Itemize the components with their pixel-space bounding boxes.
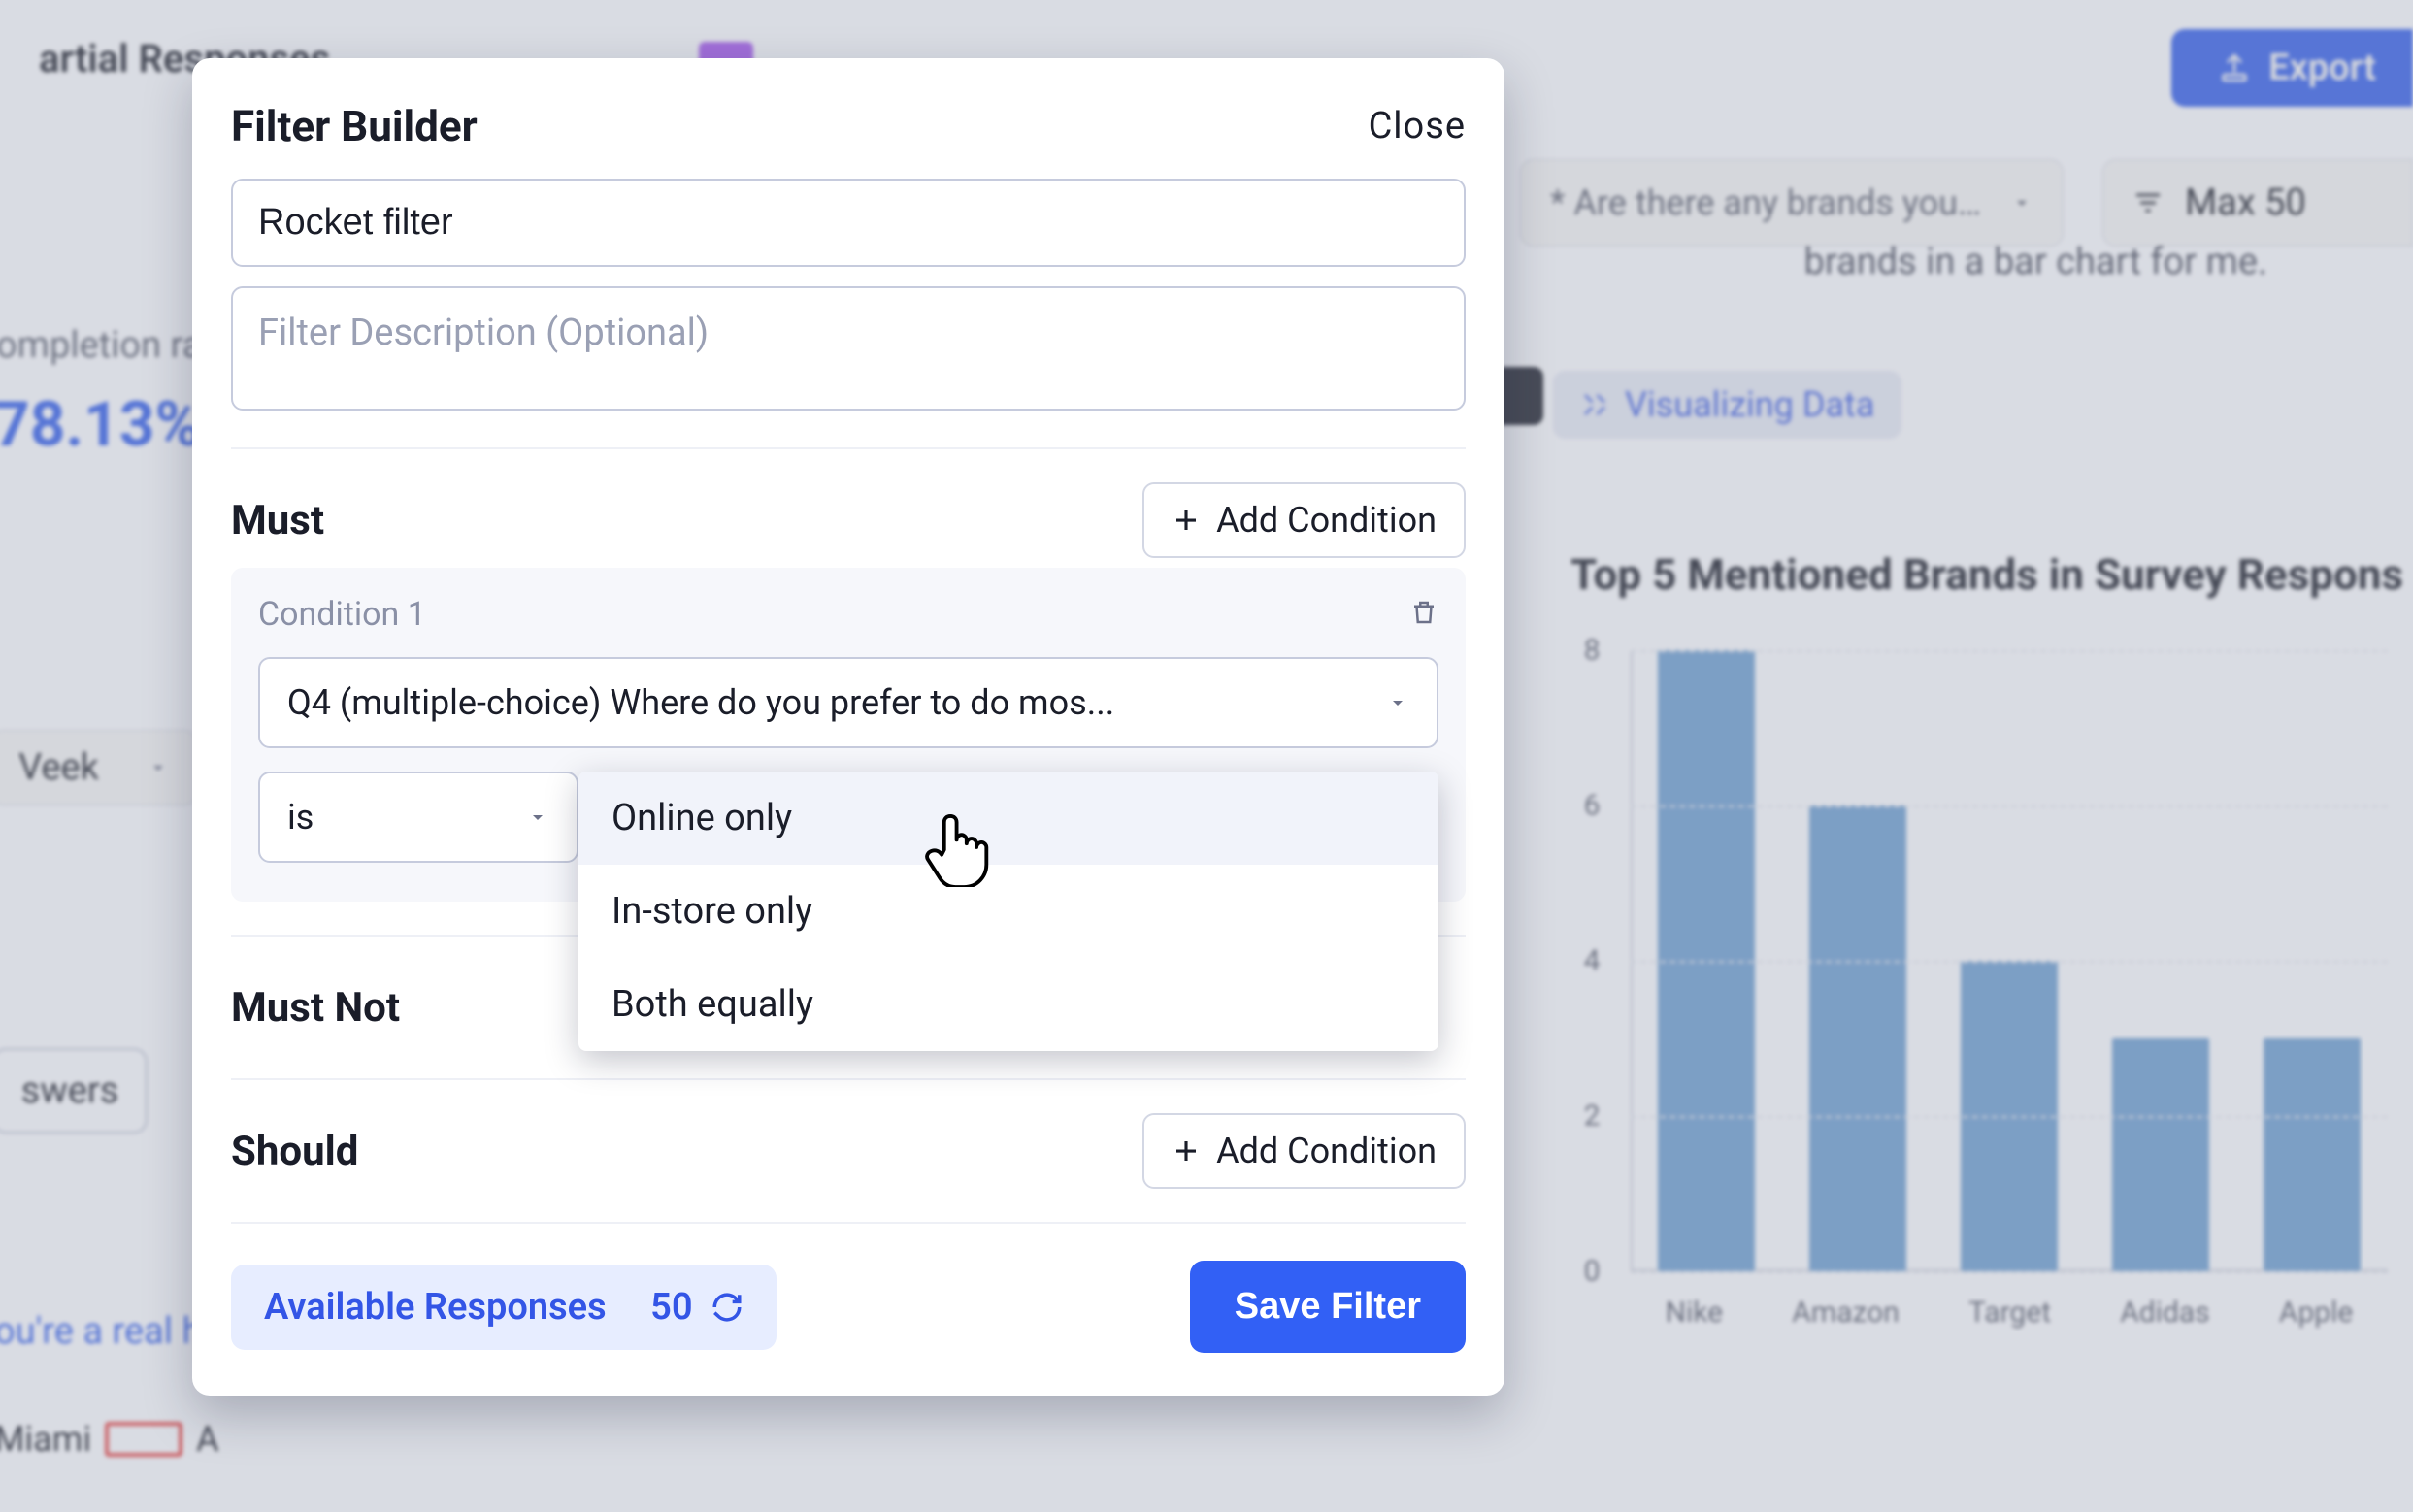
question-select-value: Q4 (multiple-choice) Where do you prefer… [287,682,1114,723]
save-filter-button[interactable]: Save Filter [1190,1261,1466,1353]
question-select[interactable]: Q4 (multiple-choice) Where do you prefer… [258,657,1438,748]
condition-label: Condition 1 [258,595,426,634]
operator-value: is [287,797,314,838]
delete-condition-button[interactable] [1409,596,1438,633]
divider [231,1222,1466,1224]
available-responses-chip[interactable]: Available Responses 50 [231,1265,777,1350]
must-heading: Must [231,497,324,544]
refresh-icon [711,1291,744,1324]
should-heading: Should [231,1128,358,1175]
available-responses-label: Available Responses [264,1286,607,1329]
available-responses-count: 50 [650,1286,692,1329]
add-condition-button[interactable]: Add Condition [1142,482,1466,558]
operator-select[interactable]: is [258,772,578,863]
chevron-down-icon [526,805,549,829]
divider [231,1078,1466,1080]
dropdown-option[interactable]: Both equally [578,958,1438,1051]
value-dropdown: Online only In-store only Both equally [578,772,1438,1051]
must-section: Must Add Condition Condition 1 Q4 (multi… [231,482,1466,902]
condition-card: Condition 1 Q4 (multiple-choice) Where d… [231,568,1466,902]
plus-icon [1172,506,1201,535]
dropdown-option[interactable]: In-store only [578,865,1438,958]
modal-title: Filter Builder [231,101,478,151]
divider [231,447,1466,449]
filter-description-input[interactable] [231,286,1466,411]
chevron-down-icon [1386,691,1409,714]
add-condition-label: Add Condition [1216,500,1437,541]
plus-icon [1172,1136,1201,1166]
must-not-heading: Must Not [231,984,400,1032]
dropdown-option[interactable]: Online only [578,772,1438,865]
should-section: Should Add Condition [231,1113,1466,1189]
filter-name-input[interactable] [231,179,1466,267]
filter-builder-modal: Filter Builder Close Must Add Condition … [192,58,1504,1396]
add-condition-button[interactable]: Add Condition [1142,1113,1466,1189]
add-condition-label: Add Condition [1216,1131,1437,1171]
trash-icon [1409,596,1438,629]
close-button[interactable]: Close [1369,105,1466,148]
